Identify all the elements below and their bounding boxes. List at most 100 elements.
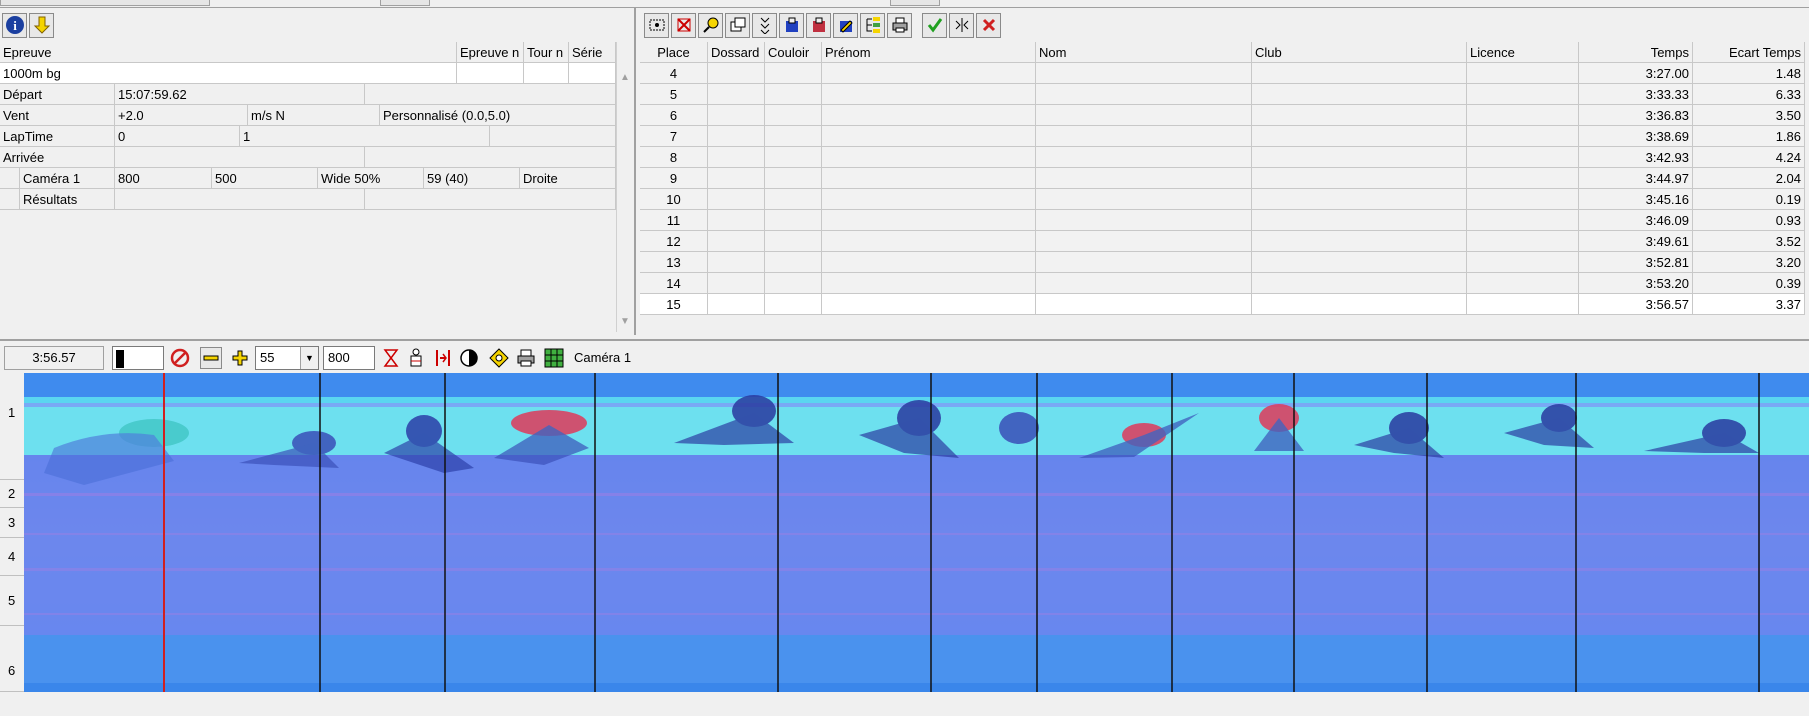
temps-cell[interactable]: 3:38.69 xyxy=(1579,126,1693,147)
temps-cell[interactable]: 3:49.61 xyxy=(1579,231,1693,252)
prenom-cell[interactable] xyxy=(822,126,1036,147)
place-cell[interactable]: 5 xyxy=(640,84,708,105)
nom-cell[interactable] xyxy=(1036,63,1252,84)
dossard-cell[interactable] xyxy=(708,168,765,189)
chevron-down-icon[interactable]: ▼ xyxy=(300,347,318,369)
couloir-cell[interactable] xyxy=(765,294,822,315)
dossard-cell[interactable] xyxy=(708,231,765,252)
prenom-cell[interactable] xyxy=(822,63,1036,84)
temps-cell[interactable]: 3:45.16 xyxy=(1579,189,1693,210)
couloir-cell[interactable] xyxy=(765,63,822,84)
laptime-b[interactable]: 1 xyxy=(240,126,490,147)
club-cell[interactable] xyxy=(1252,273,1467,294)
dossard-cell[interactable] xyxy=(708,105,765,126)
dossard-cell[interactable] xyxy=(708,126,765,147)
table-row[interactable]: 11 3:46.09 0.93 xyxy=(640,210,1805,231)
tour-n-cell[interactable] xyxy=(524,63,569,84)
temps-cell[interactable]: 3:44.97 xyxy=(1579,168,1693,189)
table-row[interactable]: 8 3:42.93 4.24 xyxy=(640,147,1805,168)
prenom-cell[interactable] xyxy=(822,252,1036,273)
licence-cell[interactable] xyxy=(1467,168,1579,189)
camera-v1[interactable]: 800 xyxy=(115,168,212,189)
dossard-cell[interactable] xyxy=(708,252,765,273)
edit-icon[interactable] xyxy=(833,12,858,38)
couloir-cell[interactable] xyxy=(765,273,822,294)
licence-cell[interactable] xyxy=(1467,147,1579,168)
brightness-icon[interactable] xyxy=(488,347,510,369)
nom-cell[interactable] xyxy=(1036,105,1252,126)
couloir-cell[interactable] xyxy=(765,252,822,273)
place-cell[interactable]: 7 xyxy=(640,126,708,147)
event-n-cell[interactable] xyxy=(457,63,524,84)
delete-icon[interactable] xyxy=(671,12,696,38)
ecart-cell[interactable]: 3.50 xyxy=(1693,105,1805,126)
licence-cell[interactable] xyxy=(1467,84,1579,105)
table-row[interactable]: 9 3:44.97 2.04 xyxy=(640,168,1805,189)
person-icon[interactable] xyxy=(405,347,427,369)
couloir-cell[interactable] xyxy=(765,231,822,252)
ecart-cell[interactable]: 0.39 xyxy=(1693,273,1805,294)
place-cell[interactable]: 8 xyxy=(640,147,708,168)
col-couloir[interactable]: Couloir xyxy=(765,42,822,63)
club-cell[interactable] xyxy=(1252,105,1467,126)
ecart-cell[interactable]: 1.86 xyxy=(1693,126,1805,147)
nom-cell[interactable] xyxy=(1036,147,1252,168)
place-cell[interactable]: 9 xyxy=(640,168,708,189)
prenom-cell[interactable] xyxy=(822,147,1036,168)
cancel-icon[interactable] xyxy=(169,347,191,369)
club-cell[interactable] xyxy=(1252,189,1467,210)
col-place[interactable]: Place xyxy=(640,42,708,63)
club-cell[interactable] xyxy=(1252,147,1467,168)
arrivee-value[interactable] xyxy=(115,147,365,168)
camera-v2[interactable]: 500 xyxy=(212,168,318,189)
table-row[interactable]: 7 3:38.69 1.86 xyxy=(640,126,1805,147)
club-cell[interactable] xyxy=(1252,84,1467,105)
vent-unit[interactable]: m/s N xyxy=(248,105,380,126)
ecart-cell[interactable]: 2.04 xyxy=(1693,168,1805,189)
col-licence[interactable]: Licence xyxy=(1467,42,1579,63)
temps-cell[interactable]: 3:33.33 xyxy=(1579,84,1693,105)
serie-cell[interactable] xyxy=(569,63,616,84)
col-epreuve-n[interactable]: Epreuve n xyxy=(457,42,524,63)
ecart-cell[interactable]: 0.19 xyxy=(1693,189,1805,210)
club-cell[interactable] xyxy=(1252,210,1467,231)
check-icon[interactable] xyxy=(922,12,947,38)
laptime-a[interactable]: 0 xyxy=(115,126,240,147)
zoom-in-icon[interactable] xyxy=(229,347,251,369)
split-lines-icon[interactable] xyxy=(432,347,454,369)
camera-v4[interactable]: 59 (40) xyxy=(424,168,520,189)
contrast-icon[interactable] xyxy=(458,347,480,369)
dossard-cell[interactable] xyxy=(708,189,765,210)
dossard-cell[interactable] xyxy=(708,294,765,315)
ecart-cell[interactable]: 1.48 xyxy=(1693,63,1805,84)
temps-cell[interactable]: 3:56.57 xyxy=(1579,294,1693,315)
couloir-cell[interactable] xyxy=(765,147,822,168)
grid-icon[interactable] xyxy=(543,347,565,369)
prenom-cell[interactable] xyxy=(822,84,1036,105)
nom-cell[interactable] xyxy=(1036,84,1252,105)
nom-cell[interactable] xyxy=(1036,252,1252,273)
print-icon[interactable] xyxy=(887,12,912,38)
col-dossard[interactable]: Dossard xyxy=(708,42,765,63)
depart-value[interactable]: 15:07:59.62 xyxy=(115,84,365,105)
copy-icon[interactable] xyxy=(725,12,750,38)
dossard-cell[interactable] xyxy=(708,63,765,84)
prenom-cell[interactable] xyxy=(822,210,1036,231)
prenom-cell[interactable] xyxy=(822,105,1036,126)
dossard-cell[interactable] xyxy=(708,273,765,294)
temps-cell[interactable]: 3:27.00 xyxy=(1579,63,1693,84)
place-cell[interactable]: 15 xyxy=(640,294,708,315)
table-row[interactable]: 15 3:56.57 3.37 xyxy=(640,294,1805,315)
search-icon[interactable] xyxy=(698,12,723,38)
width-input[interactable]: 800 xyxy=(323,346,375,370)
select-all-icon[interactable] xyxy=(644,12,669,38)
licence-cell[interactable] xyxy=(1467,105,1579,126)
dossard-cell[interactable] xyxy=(708,147,765,168)
place-cell[interactable]: 10 xyxy=(640,189,708,210)
prenom-cell[interactable] xyxy=(822,231,1036,252)
ecart-cell[interactable]: 4.24 xyxy=(1693,147,1805,168)
col-epreuve[interactable]: Epreuve xyxy=(0,42,457,63)
photo-finish-image[interactable] xyxy=(24,373,1809,692)
couloir-cell[interactable] xyxy=(765,84,822,105)
nom-cell[interactable] xyxy=(1036,231,1252,252)
